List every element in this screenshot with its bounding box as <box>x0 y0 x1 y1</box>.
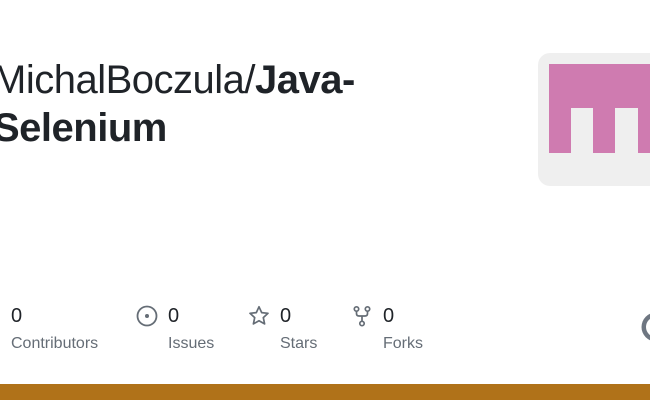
forks-label: Forks <box>383 335 423 352</box>
repo-forked-icon <box>350 304 374 328</box>
contributors-count: 0 <box>11 305 23 327</box>
repo-title[interactable]: MichalBoczula/Java-Selenium <box>0 56 493 152</box>
contributors-label: Contributors <box>11 335 99 352</box>
stars-count: 0 <box>280 305 292 327</box>
issue-opened-icon <box>135 304 159 328</box>
repo-owner[interactable]: MichalBoczula <box>0 58 245 102</box>
forks-count: 0 <box>383 305 395 327</box>
identicon-block <box>638 108 650 153</box>
issues-count: 0 <box>168 305 180 327</box>
repo-separator: / <box>244 58 256 102</box>
star-icon <box>247 304 271 328</box>
repo-social-card: MichalBoczula/Java-Selenium 0 Contributo… <box>0 0 650 400</box>
github-logo-icon <box>640 311 650 343</box>
issues-label: Issues <box>168 335 215 352</box>
identicon-block <box>549 108 571 153</box>
identicon-block <box>549 64 650 108</box>
language-bar <box>0 384 650 400</box>
identicon-block <box>593 108 615 153</box>
owner-avatar[interactable] <box>538 53 650 186</box>
stars-label: Stars <box>280 335 318 352</box>
